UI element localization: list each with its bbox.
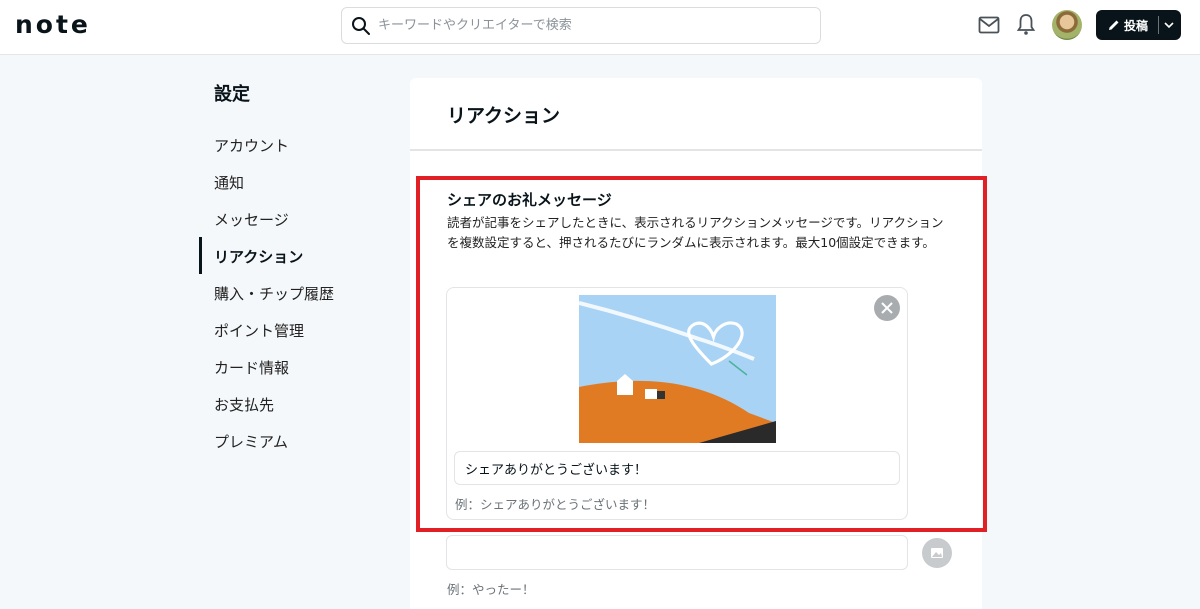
search-box[interactable] [341, 7, 821, 44]
search-icon [352, 17, 370, 35]
sidebar-item-notifications[interactable]: 通知 [214, 172, 244, 193]
bell-icon[interactable] [1016, 13, 1036, 36]
post-button-divider [1158, 16, 1159, 34]
note-logo[interactable]: note [15, 10, 91, 39]
sidebar-item-account[interactable]: アカウント [214, 135, 289, 156]
add-image-button[interactable] [922, 538, 952, 568]
settings-title: 設定 [214, 84, 250, 105]
chevron-down-icon[interactable] [1163, 20, 1175, 30]
post-button-label: 投稿 [1124, 19, 1149, 33]
active-indicator [199, 237, 202, 274]
avatar[interactable] [1052, 10, 1082, 40]
sidebar-item-reactions[interactable]: リアクション [214, 246, 303, 267]
sidebar-item-messages[interactable]: メッセージ [214, 209, 289, 230]
image-icon [931, 548, 943, 558]
sidebar-item-card-info[interactable]: カード情報 [214, 357, 289, 378]
search-input[interactable] [378, 8, 808, 43]
sidebar-item-payee[interactable]: お支払先 [214, 394, 274, 415]
sidebar-item-premium[interactable]: プレミアム [214, 431, 288, 452]
reaction-message-input-2[interactable] [446, 535, 908, 570]
mail-icon[interactable] [978, 15, 1000, 35]
post-button[interactable]: 投稿 [1096, 10, 1181, 40]
highlight-frame [416, 176, 987, 532]
example-text-2: 例：やったー！ [447, 582, 535, 597]
top-header: note 投稿 [0, 0, 1200, 55]
title-divider [410, 149, 982, 151]
sidebar-item-points[interactable]: ポイント管理 [214, 320, 304, 341]
sidebar-item-purchase-history[interactable]: 購入・チップ履歴 [214, 283, 334, 304]
page-title: リアクション [447, 105, 561, 127]
pencil-icon [1109, 20, 1119, 30]
